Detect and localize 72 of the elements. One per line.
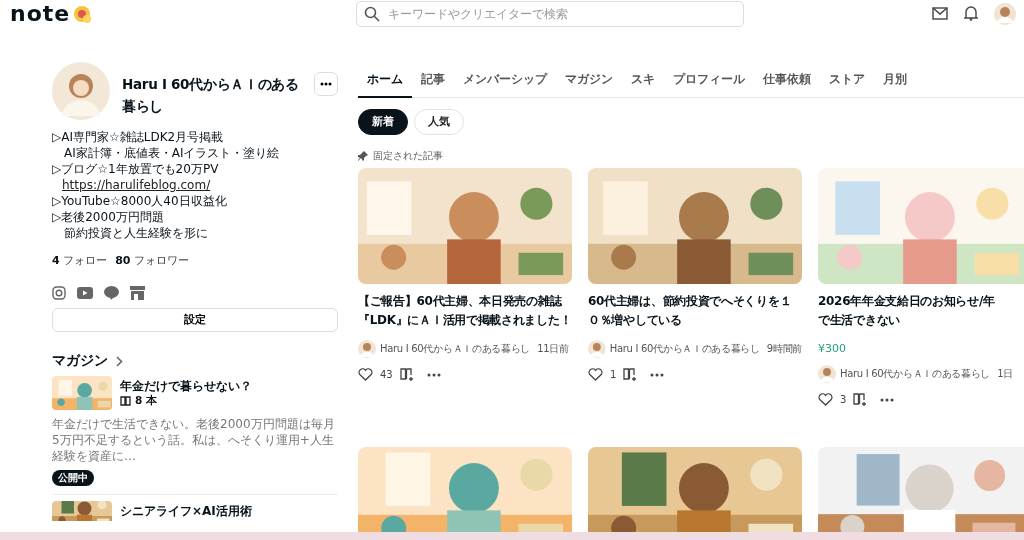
more-button[interactable] [314, 72, 338, 96]
more-icon[interactable] [880, 397, 895, 402]
chat-bubble-icon[interactable] [104, 286, 119, 300]
bio-text: ▷ブログ☆1年放置でも20万PV [52, 161, 220, 177]
status-badge: 公開中 [52, 470, 94, 486]
magazine-description: 年金だけで生活できない。老後2000万円問題は毎月5万円不足するという話。私は、へそくり運用+人生経験を資産に… [52, 416, 336, 464]
search-icon [364, 5, 380, 22]
author-name[interactable]: Haru I 60代からＡＩのある暮らし [840, 367, 991, 381]
profile-avatar [52, 62, 110, 120]
notification-icon[interactable] [964, 6, 978, 21]
bio-text: 節約投資と人生経験を形に [63, 225, 209, 241]
blog-link[interactable]: https://harulifeblog.com/ [62, 178, 211, 192]
magazine-title[interactable]: 年金だけで暮らせない？ [120, 378, 252, 394]
author-name[interactable]: Haru I 60代からＡＩのある暮らし [380, 342, 531, 356]
author-avatar[interactable] [588, 340, 606, 358]
avatar[interactable] [994, 2, 1016, 25]
article-title[interactable]: 2026年年金支給日のお知らせ/年 [818, 292, 1024, 311]
youtube-icon[interactable] [77, 287, 93, 299]
bookmark-add-icon[interactable] [853, 393, 869, 406]
more-icon[interactable] [426, 372, 441, 377]
tab[interactable]: 記事 [412, 62, 454, 98]
tab[interactable]: ホーム [358, 62, 412, 98]
post-time: 11日前 [537, 342, 569, 356]
bio-text: ▷YouTube☆8000人40日収益化 [52, 193, 228, 209]
like-count: 3 [840, 394, 847, 405]
bio-text: AI家計簿・底値表・AIイラスト・塗り絵 [63, 145, 281, 161]
tab[interactable]: スキ [622, 62, 664, 98]
filter-chip[interactable]: 新着 [358, 109, 408, 135]
tab[interactable]: プロフィール [664, 62, 754, 98]
like-count: 1 [610, 369, 617, 380]
search-field[interactable]: キーワードやクリエイターで検索 [356, 0, 744, 27]
pinned-label: 固定された記事 [373, 149, 443, 163]
pin-icon [358, 151, 368, 161]
shop-icon[interactable] [130, 286, 145, 300]
follow-count[interactable]: 4 フォロー [52, 253, 108, 268]
party-badge-icon [72, 3, 93, 24]
article-count: 8 本 [135, 394, 157, 408]
bio-text: ▷AI専門家☆雑誌LDK2月号掲載 [52, 129, 225, 145]
more-icon[interactable] [650, 372, 665, 377]
author-name[interactable]: Haru I 60代からＡＩのある暮らし [609, 342, 760, 356]
profile-name: Haru I 60代からＡＩのある暮らし [122, 75, 300, 116]
like-count: 43 [380, 369, 393, 380]
tab[interactable]: 仕事依頼 [754, 62, 820, 98]
author-avatar[interactable] [818, 365, 836, 383]
follower-count[interactable]: 80 フォロワー [115, 253, 189, 268]
bio-text: ▷老後2000万円問題 [52, 209, 165, 225]
tab[interactable]: マガジン [556, 62, 622, 98]
settings-button[interactable]: 設定 [52, 308, 338, 332]
tab[interactable]: メンバーシップ [454, 62, 556, 98]
filter-chip[interactable]: 人気 [414, 109, 464, 135]
article-title[interactable]: 【ご報告】60代主婦、本日発売の雑誌『LDK』にＡＩ活用で掲載されました！ [358, 292, 572, 330]
heart-icon[interactable] [818, 393, 833, 406]
heart-icon[interactable] [358, 368, 373, 381]
logo[interactable]: note [10, 2, 71, 25]
author-avatar[interactable] [358, 340, 376, 358]
mail-icon[interactable] [932, 7, 948, 20]
article-title[interactable]: で生活できない [818, 311, 1024, 330]
price: ¥300 [818, 342, 847, 355]
section-heading[interactable]: マガジン [52, 352, 108, 370]
chevron-right-icon[interactable] [116, 355, 123, 367]
bookmark-add-icon[interactable] [623, 368, 639, 381]
bookmark-add-icon[interactable] [399, 368, 415, 381]
article-title[interactable]: 60代主婦は、節約投資でへそくりを１０％増やしている [588, 292, 802, 330]
post-time: 1日 [997, 367, 1013, 381]
magazine-title[interactable]: シニアライフ×AI活用術 [120, 503, 252, 519]
heart-icon[interactable] [588, 368, 603, 381]
more-icon [320, 82, 332, 86]
post-time: 9時間前 [766, 342, 802, 356]
instagram-icon[interactable] [52, 286, 66, 300]
tab[interactable]: 月別 [874, 62, 916, 98]
book-icon [120, 396, 131, 406]
tab[interactable]: ストア [820, 62, 874, 98]
